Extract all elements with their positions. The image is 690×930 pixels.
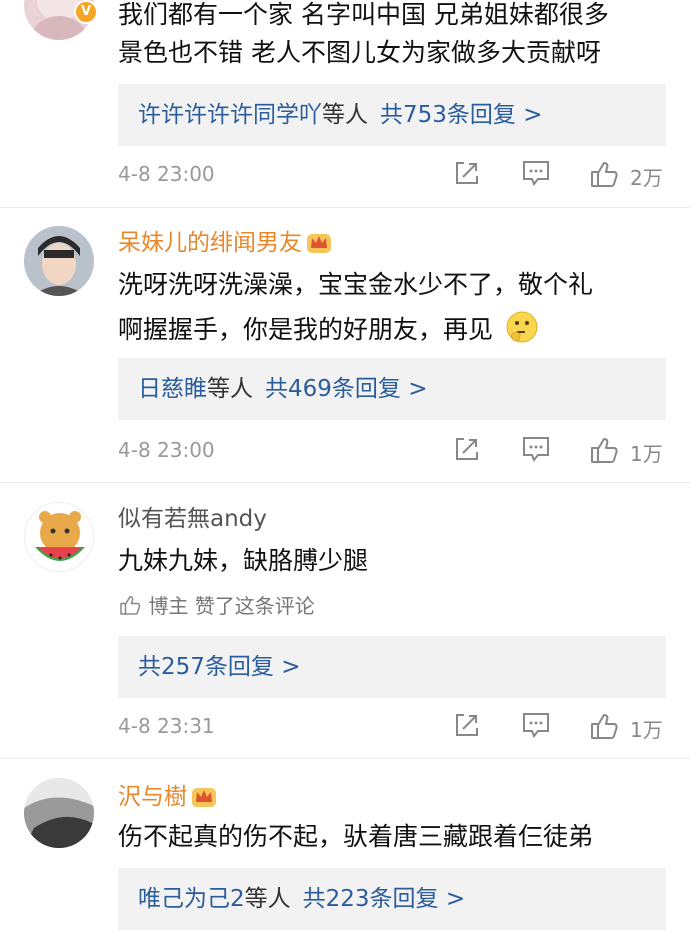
- reply-suffix: 等人: [322, 102, 368, 128]
- reply-users[interactable]: 唯己为己2: [138, 886, 245, 912]
- reply-users[interactable]: 日慈睢: [138, 376, 207, 402]
- thumbs-up-icon[interactable]: [588, 710, 620, 746]
- comment-text-line: 我们都有一个家 名字叫中国 兄弟姐妹都很多: [118, 0, 609, 29]
- username[interactable]: 似有若無andy: [118, 504, 267, 534]
- comment-icon[interactable]: [520, 158, 552, 192]
- comment-text-line: 洗呀洗呀洗澡澡，宝宝金水少不了，敬个礼: [118, 270, 594, 299]
- comment-text-line: 啊握握手，你是我的好朋友，再见: [118, 310, 539, 355]
- comment-text-line: 伤不起真的伤不起，驮着唐三藏跟着仨徒弟: [118, 822, 594, 851]
- username[interactable]: 沢与樹: [118, 782, 217, 816]
- avatar[interactable]: [24, 226, 94, 296]
- verified-badge-icon: V: [74, 0, 98, 24]
- comment-actions: 4-8 23:00 1万: [118, 432, 678, 472]
- reply-count-link[interactable]: 共223条回复 >: [303, 886, 465, 912]
- reply-count-link[interactable]: 共257条回复 >: [138, 654, 300, 680]
- comment-icon[interactable]: [520, 434, 552, 468]
- reply-suffix: 等人: [207, 376, 253, 402]
- like-count: 2万: [630, 166, 663, 190]
- avatar[interactable]: [24, 778, 94, 848]
- reply-suffix: 等人: [244, 886, 291, 912]
- comment-text-line: 景色也不错 老人不图儿女为家做多大贡献呀: [118, 38, 601, 67]
- comment-date: 4-8 23:00: [118, 162, 215, 186]
- username[interactable]: 呆妹儿的绯闻男友: [118, 228, 332, 262]
- reply-summary[interactable]: 许许许许许同学吖等人 共753条回复 >: [118, 84, 666, 146]
- reply-summary[interactable]: 共257条回复 >: [118, 636, 666, 698]
- divider: [0, 758, 690, 759]
- thumbs-up-icon[interactable]: [588, 158, 620, 194]
- thumbs-up-icon[interactable]: [588, 434, 620, 470]
- comment-actions: 4-8 23:31 1万: [118, 708, 678, 748]
- like-count: 1万: [630, 442, 663, 466]
- share-icon[interactable]: [452, 710, 482, 744]
- crown-badge-icon: [191, 784, 217, 816]
- reply-summary[interactable]: 日慈睢等人 共469条回复 >: [118, 358, 666, 420]
- avatar[interactable]: [24, 502, 94, 572]
- share-icon[interactable]: [452, 158, 482, 192]
- reply-count-link[interactable]: 共469条回复 >: [265, 376, 427, 402]
- comment-date: 4-8 23:00: [118, 438, 215, 462]
- divider: [0, 207, 690, 208]
- reply-users[interactable]: 许许许许许同学吖: [138, 102, 322, 128]
- reply-summary[interactable]: 唯己为己2等人 共223条回复 >: [118, 868, 666, 930]
- thinking-emoji-icon: [505, 310, 539, 355]
- reply-count-link[interactable]: 共753条回复 >: [380, 102, 542, 128]
- divider: [0, 482, 690, 483]
- comment-actions: 4-8 23:00 2万: [118, 156, 678, 196]
- share-icon[interactable]: [452, 434, 482, 468]
- author-liked-note: 博主 赞了这条评论: [118, 590, 315, 619]
- comment-text-line: 九妹九妹，缺胳膊少腿: [118, 546, 369, 575]
- like-count: 1万: [630, 718, 663, 742]
- crown-badge-icon: [306, 230, 332, 262]
- comment-icon[interactable]: [520, 710, 552, 744]
- comment-date: 4-8 23:31: [118, 714, 215, 738]
- thumbs-up-icon: [118, 594, 142, 618]
